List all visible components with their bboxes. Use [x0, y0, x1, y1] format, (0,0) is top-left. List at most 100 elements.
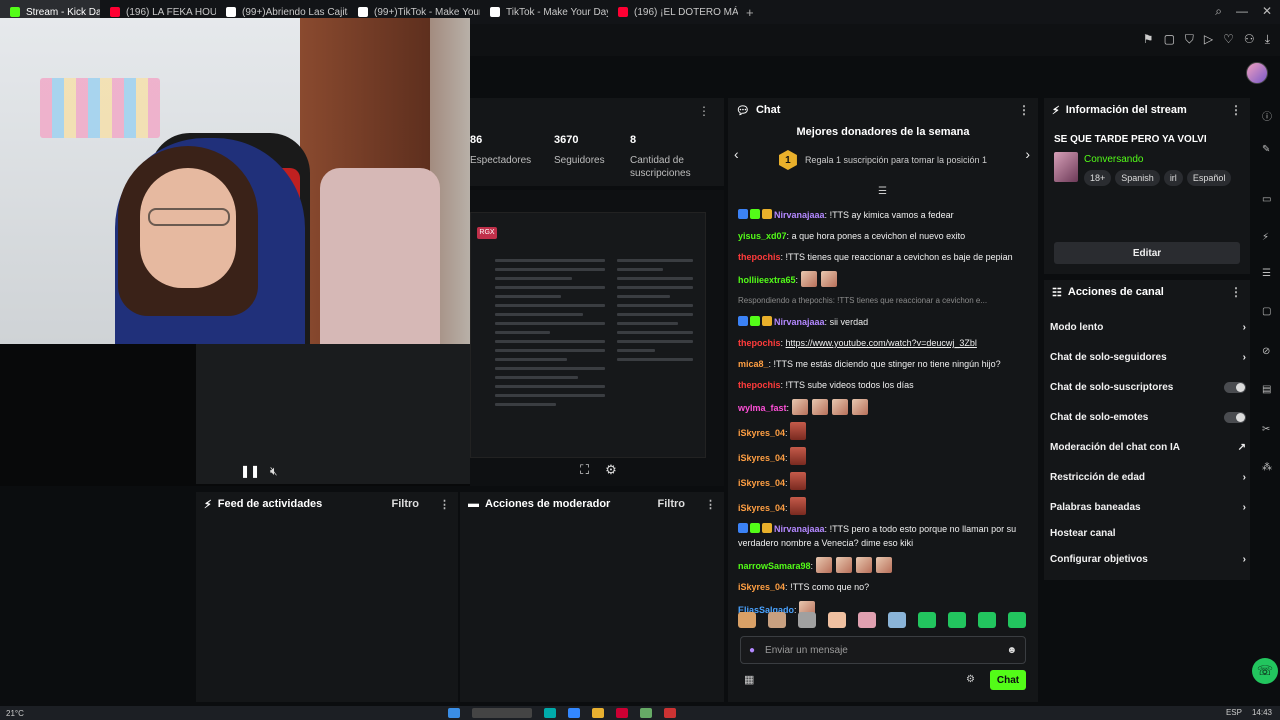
- tag-chip[interactable]: Spanish: [1115, 170, 1160, 186]
- app-icon[interactable]: [568, 708, 580, 718]
- kebab-icon[interactable]: ⋮: [439, 498, 450, 511]
- mute-icon[interactable]: 🔇︎: [270, 464, 278, 479]
- emote-icon[interactable]: [918, 612, 936, 628]
- emote-icon[interactable]: [768, 612, 786, 628]
- channel-action-item[interactable]: Modo lento ›: [1050, 322, 1246, 333]
- filter-button[interactable]: Filtro: [658, 498, 686, 510]
- chevron-right-icon[interactable]: ›: [1025, 146, 1030, 162]
- edge-icon[interactable]: [544, 708, 556, 718]
- channel-action-item[interactable]: Palabras baneadas ›: [1050, 502, 1246, 513]
- kebab-icon[interactable]: ⋮: [1018, 103, 1030, 117]
- opera-icon[interactable]: [616, 708, 628, 718]
- emote-icon[interactable]: [798, 612, 816, 628]
- weather-widget[interactable]: 21°C: [6, 709, 24, 718]
- chat-icon[interactable]: ▢: [1262, 306, 1271, 317]
- screen-icon[interactable]: ▤: [1262, 384, 1271, 395]
- chat-username[interactable]: iSkyres_04: [738, 582, 785, 592]
- channel-action-item[interactable]: Hostear canal: [1050, 528, 1246, 539]
- emote-icon[interactable]: [738, 612, 756, 628]
- tag-chip[interactable]: irl: [1163, 170, 1183, 186]
- emote-icon[interactable]: [948, 612, 966, 628]
- toggle-switch[interactable]: [1224, 382, 1246, 393]
- extensions-icon[interactable]: ▢: [1164, 32, 1175, 47]
- app-icon[interactable]: [640, 708, 652, 718]
- bookmark-icon[interactable]: ⚑: [1143, 32, 1154, 47]
- tag-chip[interactable]: 18+: [1084, 170, 1112, 186]
- bolt-icon[interactable]: ⚡︎: [1262, 232, 1269, 243]
- apps-icon[interactable]: ⁂: [1262, 462, 1272, 473]
- heart-icon[interactable]: ♡: [1223, 32, 1234, 47]
- pin-icon[interactable]: ☰: [878, 186, 887, 197]
- emote-icon[interactable]: [828, 612, 846, 628]
- chat-link[interactable]: https://www.youtube.com/watch?v=deucwj_3…: [786, 338, 977, 348]
- channel-action-item[interactable]: Moderación del chat con IA ↗: [1050, 442, 1246, 453]
- pencil-icon[interactable]: ✎: [1262, 144, 1270, 155]
- new-tab-button[interactable]: +: [738, 5, 762, 20]
- kebab-icon[interactable]: ⋮: [1230, 103, 1242, 117]
- emote-icon[interactable]: [858, 612, 876, 628]
- mute-icon[interactable]: ⊘: [1262, 346, 1270, 357]
- tools-icon[interactable]: ✂: [1262, 424, 1270, 435]
- chat-username[interactable]: wylma_fast: [738, 403, 787, 413]
- search-input[interactable]: [472, 708, 532, 718]
- chat-username[interactable]: iSkyres_04: [738, 503, 785, 513]
- chevron-left-icon[interactable]: ‹: [734, 146, 739, 162]
- emoji-icon[interactable]: ☻: [1006, 645, 1017, 656]
- shield-icon[interactable]: ⛉: [1185, 32, 1194, 47]
- emote-icon[interactable]: [1008, 612, 1026, 628]
- chat-username[interactable]: mica8_: [738, 359, 769, 369]
- obs-icon[interactable]: [664, 708, 676, 718]
- chat-username[interactable]: iSkyres_04: [738, 453, 785, 463]
- settings-icon[interactable]: ⚙: [605, 462, 617, 478]
- fullscreen-icon[interactable]: ⛶: [580, 462, 589, 478]
- emote-icon[interactable]: [888, 612, 906, 628]
- category-link[interactable]: Conversando: [1084, 154, 1143, 165]
- chat-username[interactable]: iSkyres_04: [738, 428, 785, 438]
- kebab-icon[interactable]: ⋮: [705, 498, 716, 511]
- download-icon[interactable]: ⤓: [1265, 32, 1270, 47]
- chat-username[interactable]: Nirvanajaaa: [774, 317, 825, 327]
- kebab-icon[interactable]: ⋮: [1230, 285, 1242, 299]
- chat-username[interactable]: iSkyres_04: [738, 478, 785, 488]
- camera-icon[interactable]: ▭: [1262, 194, 1271, 205]
- channel-action-item[interactable]: Chat de solo-emotes: [1050, 412, 1246, 423]
- play-icon[interactable]: ▷: [1204, 32, 1213, 47]
- kebab-icon[interactable]: ⋮: [698, 104, 710, 118]
- search-icon[interactable]: ⌕: [1215, 4, 1222, 19]
- tag-chip[interactable]: Español: [1186, 170, 1232, 186]
- close-icon[interactable]: ✕: [1262, 4, 1272, 19]
- chat-username[interactable]: Nirvanajaaa: [774, 210, 825, 220]
- chat-username[interactable]: thepochis: [738, 252, 781, 262]
- filter-button[interactable]: Filtro: [392, 498, 420, 510]
- chat-username[interactable]: yisus_xd07: [738, 231, 787, 241]
- browser-tab[interactable]: TikTok - Make Your Day: [480, 0, 608, 24]
- channel-action-item[interactable]: Chat de solo-suscriptores: [1050, 382, 1246, 393]
- minimize-icon[interactable]: —: [1236, 4, 1248, 19]
- chat-input[interactable]: ● Enviar un mensaje ☻: [740, 636, 1026, 664]
- chat-username[interactable]: Nirvanajaaa: [774, 524, 825, 534]
- chat-username[interactable]: thepochis: [738, 380, 781, 390]
- chat-username[interactable]: narrowSamara98: [738, 561, 811, 571]
- pause-icon[interactable]: ❚❚: [240, 464, 260, 478]
- channel-action-item[interactable]: Restricción de edad ›: [1050, 472, 1246, 483]
- store-icon[interactable]: ▦: [744, 673, 754, 686]
- avatar[interactable]: [1246, 62, 1268, 84]
- clock[interactable]: 14:43: [1252, 708, 1272, 717]
- support-icon[interactable]: ☏: [1252, 658, 1278, 684]
- toggle-switch[interactable]: [1224, 412, 1246, 423]
- folder-icon[interactable]: [592, 708, 604, 718]
- list-icon[interactable]: ☰: [1262, 268, 1271, 279]
- chat-username[interactable]: thepochis: [738, 338, 781, 348]
- channel-action-item[interactable]: Configurar objetivos ›: [1050, 554, 1246, 565]
- gear-icon[interactable]: ⚙: [966, 674, 975, 685]
- send-button[interactable]: Chat: [990, 670, 1026, 690]
- info-icon[interactable]: ⓘ: [1262, 108, 1272, 123]
- edit-button[interactable]: Editar: [1054, 242, 1240, 264]
- chat-username[interactable]: holliieextra65: [738, 275, 796, 285]
- emote-icon[interactable]: [978, 612, 996, 628]
- browser-tab[interactable]: (196) ¡EL DOTERO MÁS C: [608, 0, 738, 24]
- mic-icon[interactable]: ●: [749, 645, 755, 656]
- channel-action-item[interactable]: Chat de solo-seguidores ›: [1050, 352, 1246, 363]
- language-indicator[interactable]: ESP: [1226, 708, 1242, 717]
- windows-icon[interactable]: [448, 708, 460, 718]
